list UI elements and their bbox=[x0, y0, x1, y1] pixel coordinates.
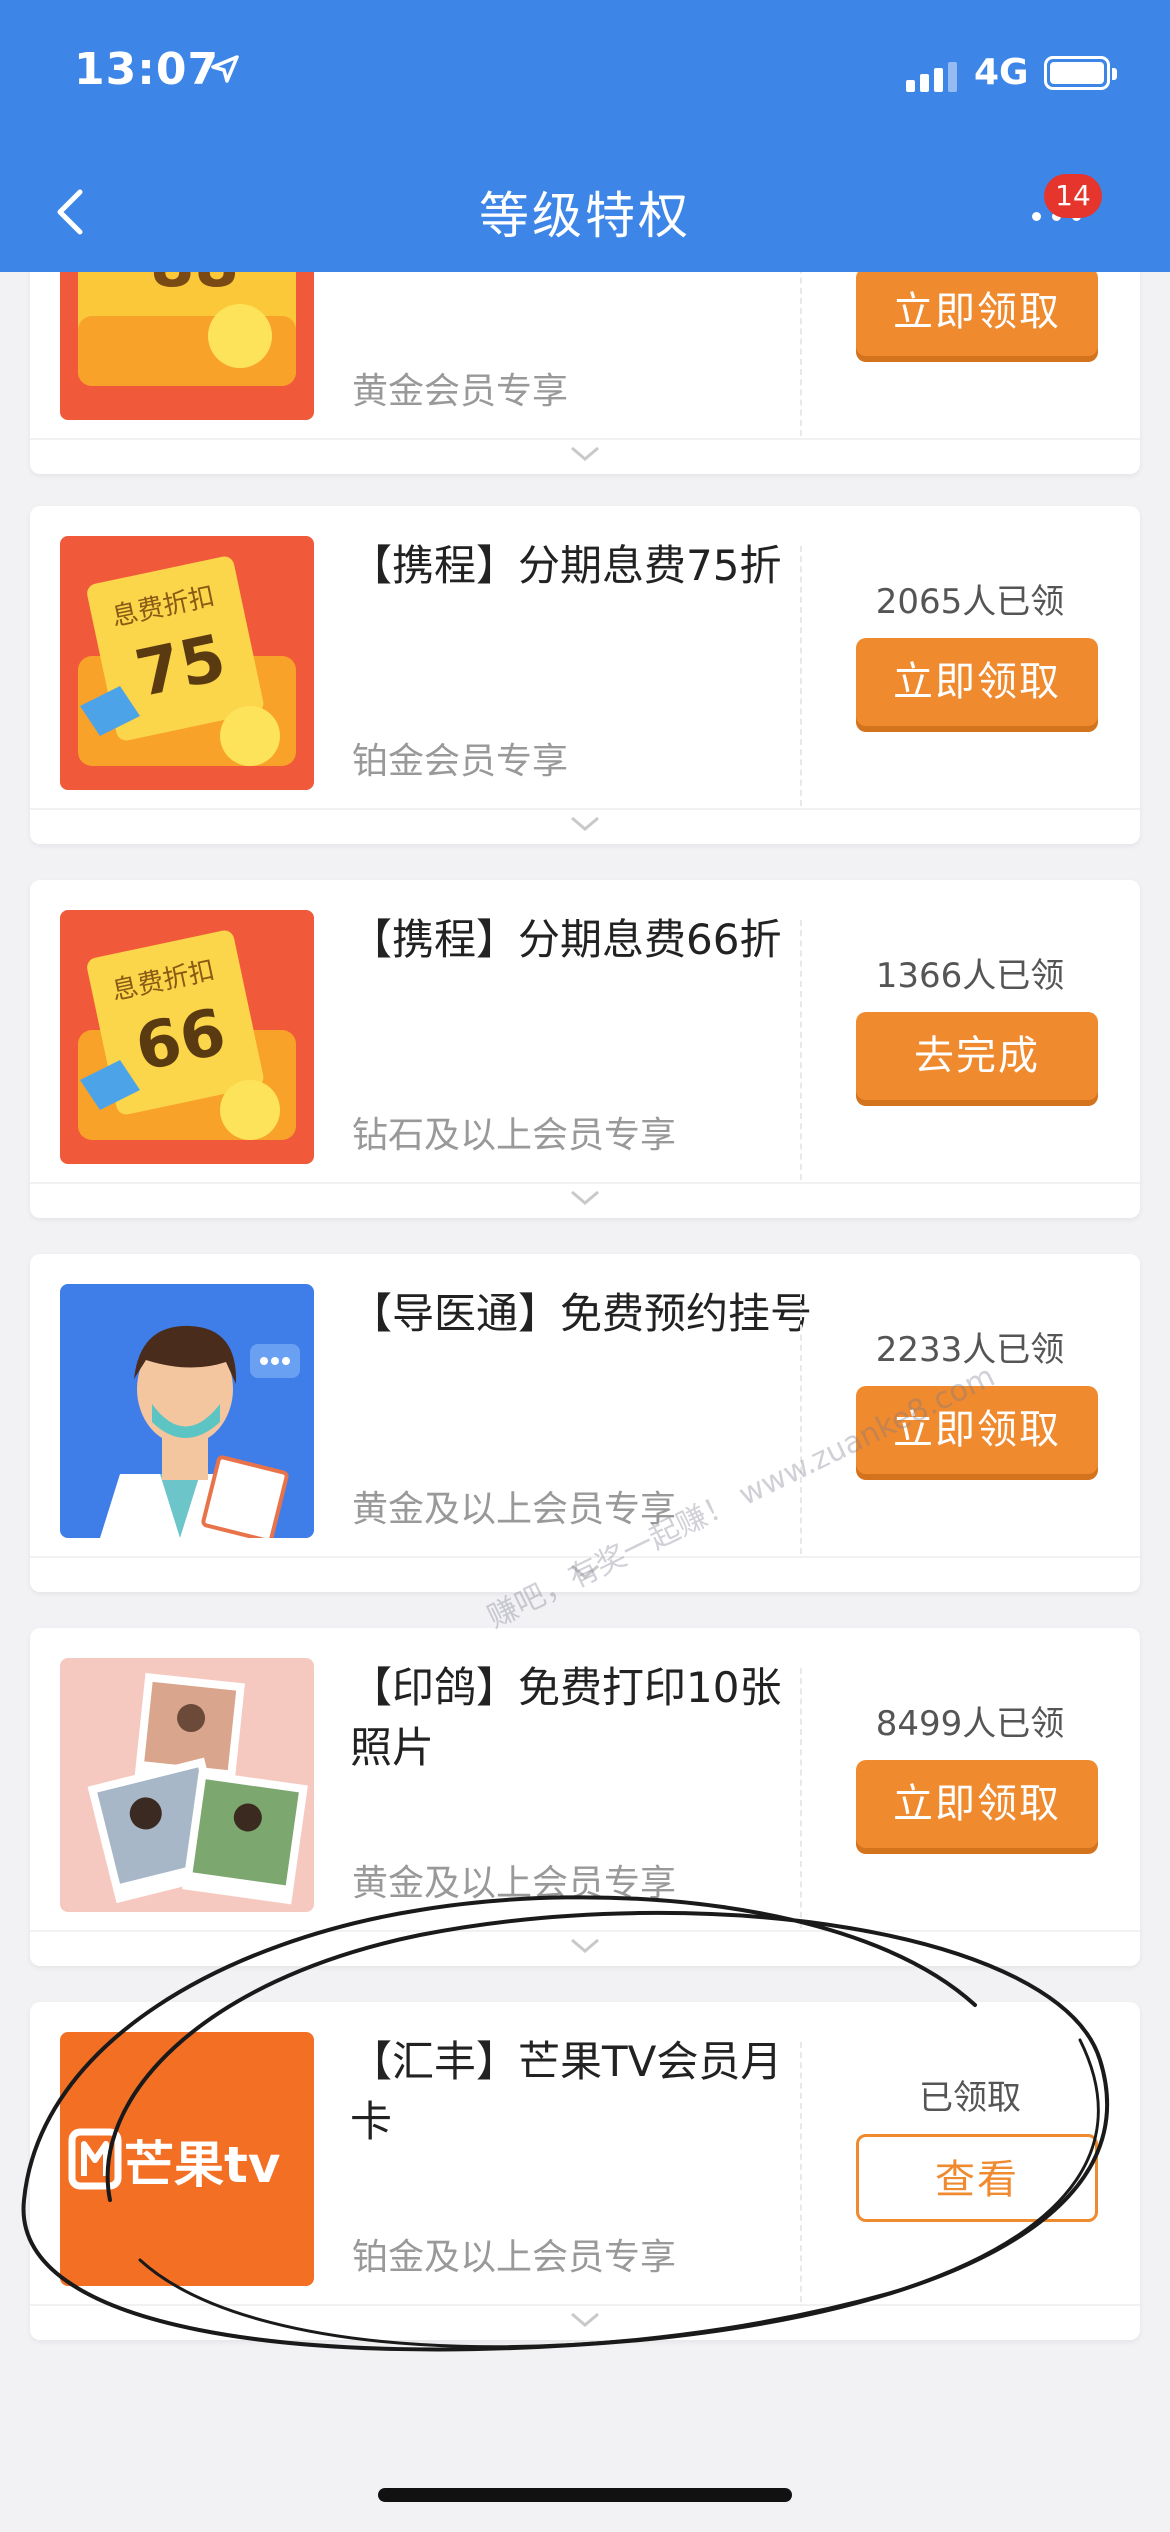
divider bbox=[800, 546, 802, 806]
privilege-title: 【印鸽】免费打印10张照片 bbox=[350, 1663, 782, 1772]
privilege-title: 【携程】分期息费75折 bbox=[350, 541, 782, 590]
privilege-card: 息费折扣 66 【携程】分期息费66折 钻石及以上会员专享 1366人已领 去完… bbox=[30, 880, 1140, 1218]
view-button[interactable]: 查看 bbox=[856, 2134, 1098, 2222]
privilege-card: 【导医通】免费预约挂号 黄金及以上会员专享 2233人已领 立即领取 bbox=[30, 1254, 1140, 1592]
privilege-tier: 黄金及以上会员专享 bbox=[352, 1863, 677, 1904]
home-indicator[interactable] bbox=[378, 2488, 792, 2502]
claim-button[interactable]: 立即领取 bbox=[856, 1760, 1098, 1848]
chevron-down-icon[interactable] bbox=[569, 1936, 601, 1956]
privilege-title: 【导医通】免费预约挂号 bbox=[350, 1289, 813, 1338]
interest-discount-66-thumbnail: 息费折扣 66 bbox=[60, 910, 314, 1164]
svg-text:芒果tv: 芒果tv bbox=[124, 2136, 281, 2194]
privilege-tier: 黄金会员专享 bbox=[352, 371, 569, 412]
divider bbox=[800, 1294, 802, 1554]
photo-print-thumbnail bbox=[60, 1658, 314, 1912]
complete-button[interactable]: 去完成 bbox=[856, 1012, 1098, 1100]
notification-badge: 14 bbox=[1044, 174, 1102, 218]
battery-icon bbox=[1044, 56, 1117, 90]
status-time: 13:07 bbox=[74, 44, 220, 95]
interest-discount-75-thumbnail: 息费折扣 75 bbox=[60, 536, 314, 790]
svg-text:88: 88 bbox=[150, 272, 239, 302]
privilege-title: 【携程】分期息费66折 bbox=[350, 915, 782, 964]
divider bbox=[30, 808, 1140, 810]
chevron-down-icon[interactable] bbox=[569, 1188, 601, 1208]
divider bbox=[30, 2304, 1140, 2306]
divider bbox=[800, 272, 802, 436]
divider bbox=[30, 438, 1140, 440]
chevron-down-icon[interactable] bbox=[569, 814, 601, 834]
claimed-count: 1366人已领 bbox=[875, 956, 1065, 996]
claimed-count: 8499人已领 bbox=[875, 1704, 1065, 1744]
privilege-tier: 铂金会员专享 bbox=[352, 741, 569, 782]
network-label: 4G bbox=[974, 52, 1029, 93]
privilege-card: 息费折扣 75 【携程】分期息费75折 铂金会员专享 2065人已领 立即领取 bbox=[30, 506, 1140, 844]
claimed-status: 已领取 bbox=[919, 2078, 1021, 2118]
divider bbox=[30, 1182, 1140, 1184]
privilege-title: 【汇丰】芒果TV会员月卡 bbox=[350, 2037, 783, 2146]
privilege-list[interactable]: 88 折 黄金会员专享 立即领取 息费折扣 75 【携程】分期息费75折 bbox=[0, 272, 1170, 2532]
privilege-card: 芒果tv 【汇丰】芒果TV会员月卡 铂金及以上会员专享 已领取 查看 bbox=[30, 2002, 1140, 2340]
discount-88-thumbnail: 88 bbox=[60, 272, 314, 420]
divider bbox=[800, 2042, 802, 2302]
chevron-down-icon[interactable] bbox=[569, 444, 601, 464]
mango-tv-logo: 芒果tv bbox=[60, 2032, 314, 2286]
nav-bar: 等级特权 14 bbox=[0, 150, 1170, 272]
privilege-card: 【印鸽】免费打印10张照片 黄金及以上会员专享 8499人已领 立即领取 bbox=[30, 1628, 1140, 1966]
signal-icon bbox=[906, 62, 957, 92]
privilege-tier: 钻石及以上会员专享 bbox=[352, 1115, 677, 1156]
divider bbox=[800, 1668, 802, 1928]
privilege-card: 88 折 黄金会员专享 立即领取 bbox=[30, 272, 1140, 474]
more-button[interactable]: 14 bbox=[1020, 174, 1110, 254]
divider bbox=[800, 920, 802, 1180]
location-arrow-icon bbox=[211, 55, 239, 83]
claimed-count: 2065人已领 bbox=[875, 582, 1065, 622]
page-title: 等级特权 bbox=[479, 187, 691, 245]
doctor-thumbnail bbox=[60, 1284, 314, 1538]
status-bar: 13:07 4G bbox=[0, 0, 1170, 150]
claim-button[interactable]: 立即领取 bbox=[856, 638, 1098, 726]
divider bbox=[30, 1930, 1140, 1932]
claim-button[interactable]: 立即领取 bbox=[856, 272, 1098, 356]
chevron-down-icon[interactable] bbox=[569, 2310, 601, 2330]
privilege-tier: 铂金及以上会员专享 bbox=[352, 2237, 677, 2278]
